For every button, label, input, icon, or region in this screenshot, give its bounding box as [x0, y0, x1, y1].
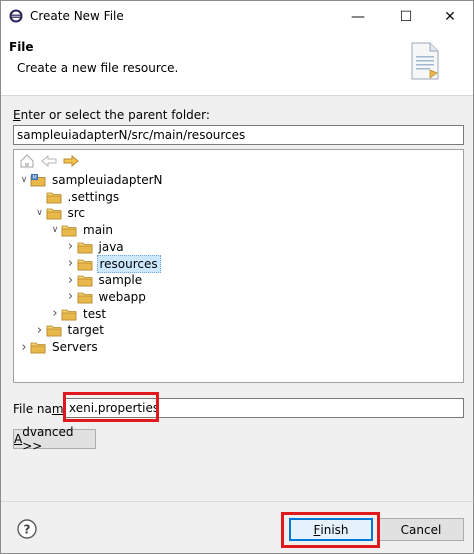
banner-description: Create a new file resource. — [17, 61, 179, 75]
tree-item-label: resources — [96, 254, 161, 273]
chevron-right-icon[interactable]: › — [65, 272, 77, 288]
title-bar[interactable]: Create New File — ☐ ✕ — [1, 1, 473, 32]
chevron-right-icon[interactable]: › — [49, 306, 61, 322]
tree-toolbar — [18, 153, 80, 171]
project-icon: M — [30, 174, 46, 187]
new-file-wizard-icon — [411, 42, 439, 80]
eclipse-icon — [9, 9, 23, 23]
file-name-highlight-box — [63, 392, 159, 422]
folder-tree[interactable]: ∨ MsampleuiadapterN .settings ∨ src ∨ main › jav… — [13, 149, 464, 383]
maximize-button[interactable]: ☐ — [383, 1, 429, 32]
tree-item-label: Servers — [52, 340, 98, 354]
parent-folder-label-text: nter or select the parent folder: — [20, 108, 210, 122]
parent-folder-input[interactable]: sampleuiadapterN/src/main/resources — [13, 125, 464, 145]
folder-icon — [77, 259, 92, 270]
folder-icon — [46, 325, 61, 337]
advanced-label: dvanced >> — [22, 425, 74, 453]
folder-icon — [77, 292, 92, 304]
tree-item-label: .settings — [67, 189, 120, 204]
tree-item-label: java — [98, 239, 124, 254]
folder-icon — [77, 275, 92, 287]
tree-item-sampleuiadaptern[interactable]: ∨ MsampleuiadapterN — [18, 172, 165, 188]
advanced-mnemonic: A — [14, 432, 23, 446]
advanced-button[interactable]: Advanced >> — [13, 425, 96, 453]
folder-icon — [30, 342, 46, 354]
parent-folder-mnemonic: E — [13, 108, 21, 122]
folder-icon — [61, 309, 77, 320]
parent-folder-label: Enter or select the parent folder: — [13, 108, 210, 122]
tree-item-label: sampleuiadapterN — [52, 173, 163, 187]
window-title: Create New File — [30, 9, 124, 23]
tree-item-label: test — [83, 306, 107, 321]
chevron-right-icon[interactable]: › — [65, 289, 77, 305]
tree-item-label: main — [83, 223, 113, 238]
help-icon[interactable]: ? — [17, 519, 37, 539]
tree-item-target[interactable]: › target — [34, 322, 107, 338]
tree-item-src[interactable]: ∨ src — [34, 205, 88, 221]
tree-item-main[interactable]: ∨ main — [49, 222, 115, 238]
folder-icon — [46, 208, 61, 220]
file-name-mnemonic: m — [51, 402, 64, 416]
tree-item-label: target — [67, 323, 105, 338]
folder-icon — [46, 192, 61, 204]
chevron-down-icon[interactable]: ∨ — [18, 172, 30, 188]
tree-item-webapp[interactable]: › webapp — [65, 289, 148, 305]
tree-item-label: sample — [98, 273, 143, 288]
tree-item-java[interactable]: › java — [65, 239, 126, 255]
close-icon: ✕ — [444, 8, 456, 25]
create-new-file-dialog: Create New File — ☐ ✕ File Create a new … — [0, 0, 474, 554]
cancel-button[interactable]: Cancel — [378, 518, 464, 541]
chevron-right-icon[interactable]: › — [34, 322, 46, 338]
home-icon[interactable] — [18, 153, 36, 169]
tree-item-label: webapp — [98, 289, 146, 304]
button-bar-separator — [1, 501, 473, 502]
tree-item-sample[interactable]: › sample — [65, 272, 145, 288]
minimize-button[interactable]: — — [335, 1, 381, 32]
minimize-icon: — — [351, 8, 365, 25]
tree-item-test[interactable]: › test — [49, 306, 108, 322]
wizard-banner: File Create a new file resource. — [1, 32, 473, 96]
chevron-right-icon[interactable]: › — [65, 256, 77, 272]
chevron-right-icon[interactable]: › — [18, 339, 30, 355]
finish-highlight-box — [281, 512, 380, 548]
folder-icon — [61, 225, 77, 237]
tree-item-resources[interactable]: › resources — [65, 254, 161, 273]
tree-item-servers[interactable]: › Servers — [18, 339, 100, 355]
chevron-down-icon[interactable]: ∨ — [49, 222, 61, 238]
file-name-label-pre: File na — [13, 402, 52, 416]
banner-title: File — [9, 40, 34, 54]
close-button[interactable]: ✕ — [427, 1, 473, 32]
tree-item-settings[interactable]: .settings — [34, 189, 122, 205]
svg-text:M: M — [32, 175, 36, 181]
forward-arrow-icon[interactable] — [62, 153, 80, 169]
maximize-icon: ☐ — [399, 8, 413, 25]
back-arrow-icon[interactable] — [40, 153, 58, 169]
folder-icon — [77, 242, 92, 254]
chevron-right-icon[interactable]: › — [65, 239, 77, 255]
tree-item-label: src — [67, 206, 86, 221]
chevron-down-icon[interactable]: ∨ — [34, 205, 46, 221]
help-glyph: ? — [24, 523, 31, 537]
